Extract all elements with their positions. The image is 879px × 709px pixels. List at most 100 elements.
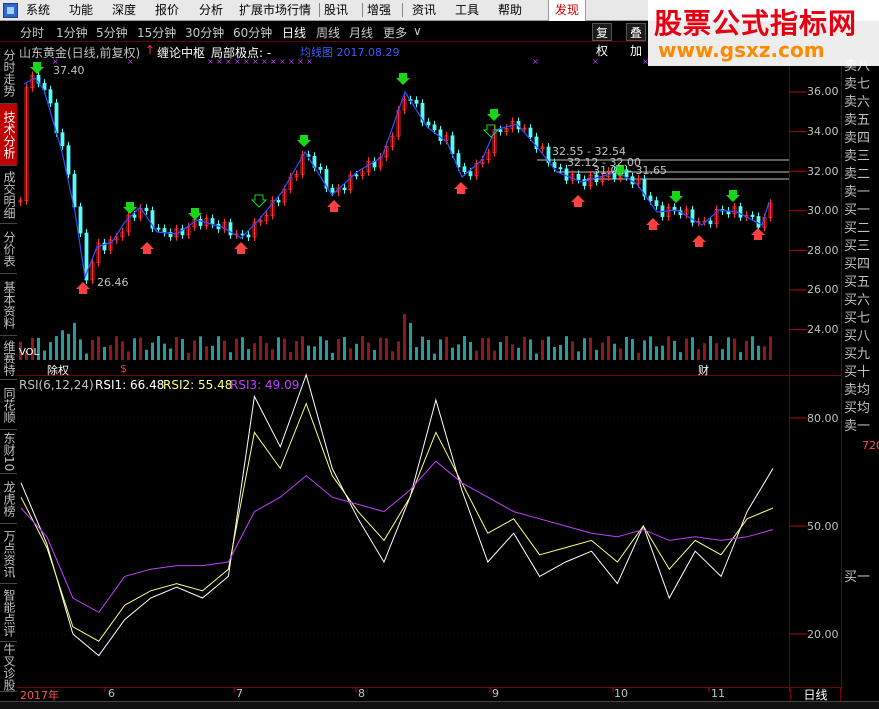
red-up-arrow-icon [646,218,660,230]
left-tab-bar: 分时走势 技术分析 成交明细 分价表 基本资料 维赛特 同花顺 东财10 龙虎榜… [0,42,17,692]
period-more[interactable]: 更多 [383,24,407,41]
menu-enhance[interactable]: 增强 [367,2,391,19]
volume-bar [511,344,514,360]
split-marker[interactable]: 除权 [47,362,69,378]
tab-price-table[interactable]: 分价表 [0,224,17,274]
menu-help[interactable]: 帮助 [498,2,522,19]
period-monthly[interactable]: 月线 [349,24,373,41]
date-axis: 2017年 6 7 8 9 10 11 [17,687,789,702]
volume-bar [289,352,292,360]
overlay-text: 均线图 2017.08.29 [300,46,400,59]
candle-body [708,220,713,225]
volume-bar [67,333,70,360]
volume-bar [457,344,460,360]
dividend-marker[interactable]: $ [120,362,127,375]
ob-row: 买四 [844,257,871,272]
volume-bar [637,352,640,360]
ob-row: 买均 [844,401,871,416]
ob-row: 卖一 [844,419,871,434]
volume-bar [559,345,562,360]
volume-bar [433,353,436,360]
tab-eastmoney[interactable]: 东财10 [0,430,17,474]
tab-wandian-news[interactable]: 万点资讯 [0,524,17,584]
volume-bar [703,343,706,360]
tab-tonghuashun[interactable]: 同花顺 [0,380,17,430]
volume-bar [565,336,568,360]
finance-marker[interactable]: 财 [698,362,709,378]
tab-technical[interactable]: 技术分析 [0,104,17,166]
tab-smart-review[interactable]: 智能点评 [0,584,17,642]
candle-body [462,166,467,173]
volume-bar [361,336,364,360]
tab-diagnosis[interactable]: 牛叉诊股 [0,642,17,692]
chart-area[interactable]: ×××××××××××××××××××× 山东黄金(日线,前复权) ↑ 缠论中枢… [17,42,841,692]
volume-bar [631,338,634,360]
period-15min[interactable]: 15分钟 [137,24,176,41]
menu-info[interactable]: 资讯 [412,2,436,19]
tab-intraday[interactable]: 分时走势 [0,42,17,104]
menu-extended-market[interactable]: 扩展市场行情 [239,2,311,19]
menu-function[interactable]: 功能 [69,2,93,19]
volume-bar [385,338,388,360]
candle-body [354,174,359,177]
period-5min[interactable]: 5分钟 [96,24,128,41]
candle-body [528,127,533,138]
volume-bar [43,350,46,360]
volume-bar [661,345,664,360]
period-1min[interactable]: 1分钟 [56,24,88,41]
adjust-button[interactable]: 复权 [592,23,613,58]
ob-bottom-label: 买一 [844,570,871,585]
menu-stock-news[interactable]: 股讯 [324,2,348,19]
period-dropdown-icon[interactable]: ∨ [413,24,422,38]
tab-dragon-tiger[interactable]: 龙虎榜 [0,474,17,524]
tab-weisaite[interactable]: 维赛特 [0,336,17,380]
ob-row: 买九 [844,347,871,362]
volume-bar [751,336,754,360]
period-60min[interactable]: 60分钟 [233,24,272,41]
ob-row: 买二 [844,221,871,236]
volume-bar [121,341,124,360]
date-label: 9 [492,687,499,700]
candle-body [738,206,743,218]
period-30min[interactable]: 30分钟 [185,24,224,41]
volume-bar [373,349,376,360]
volume-bar [487,337,490,360]
volume-bar [613,343,616,360]
volume-bar [133,338,136,360]
volume-bar [343,336,346,360]
menu-analysis[interactable]: 分析 [199,2,223,19]
volume-bar [493,350,496,360]
period-weekly[interactable]: 周线 [316,24,340,41]
volume-bar [187,352,190,360]
volume-bar [685,338,688,360]
volume-bar [577,351,580,360]
volume-bar [757,345,760,360]
menu-system[interactable]: 系统 [26,2,50,19]
volume-bar [325,340,328,360]
tab-trades[interactable]: 成交明细 [0,166,17,224]
volume-bar [517,347,520,360]
volume-bar [595,349,598,360]
chart-canvas[interactable]: ×××××××××××××××××××× [17,42,841,692]
ob-row: 买三 [844,239,871,254]
volume-bar [367,342,370,360]
menu-tools[interactable]: 工具 [455,2,479,19]
menu-discover[interactable]: 发现 [548,0,586,21]
period-daily[interactable]: 日线 [282,24,306,41]
volume-bar [91,339,94,360]
overlay-button[interactable]: 叠加 [626,23,647,58]
menu-quote[interactable]: 报价 [155,2,179,19]
volume-bar [151,342,154,360]
ob-row: 卖一 [844,185,871,200]
volume-bar [85,353,88,360]
period-intraday[interactable]: 分时 [20,24,44,41]
tab-fundamentals[interactable]: 基本资料 [0,274,17,336]
price-tick: 34.00 [807,125,839,138]
rsi2-value: RSI2: 55.48 [163,378,233,392]
ob-row: 卖四 [844,131,871,146]
price-tick: 36.00 [807,85,839,98]
volume-bar [103,346,106,360]
volume-bar [199,336,202,360]
ob-row: 卖六 [844,95,871,110]
menu-depth[interactable]: 深度 [112,2,136,19]
